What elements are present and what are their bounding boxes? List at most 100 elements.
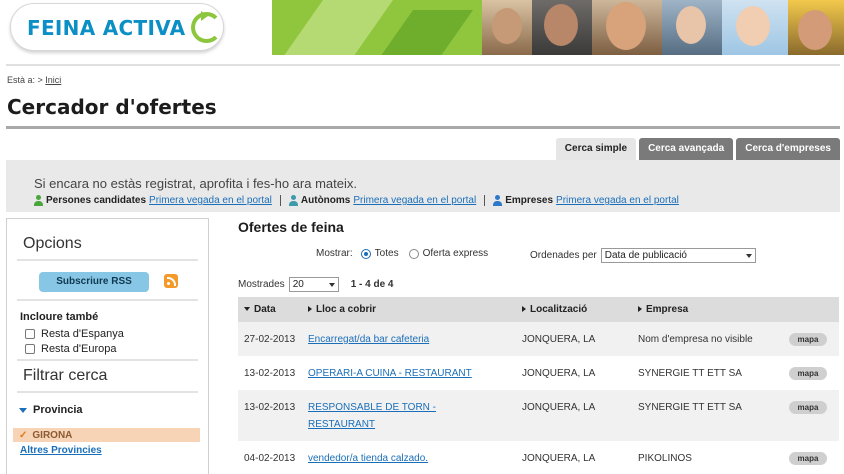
banner-photo [592,0,662,55]
row-map: mapa [783,322,839,356]
table-row: 13-02-2013 OPERARI-A CUINA - RESTAURANT … [238,356,839,390]
logo-arrow-icon [201,11,208,21]
search-tabs: Cerca simple Cerca avançada Cerca d'empr… [555,138,840,160]
map-button[interactable]: mapa [789,333,827,346]
tab-cerca-avancada[interactable]: Cerca avançada [639,138,734,160]
sort-icon [308,306,312,313]
row-position: OPERARI-A CUINA - RESTAURANT [302,356,516,390]
order-select[interactable]: Data de publicació [600,248,756,263]
row-company: SYNERGIE TT ETT SA [632,390,783,441]
banner-photo [722,0,788,55]
radio-totes[interactable] [360,248,371,259]
other-provinces-link[interactable]: Altres Provincies [20,445,102,456]
site-logo[interactable]: FEINA ACTIVA [10,3,224,51]
options-title: Opcions [23,235,82,252]
autonomous-label: Autònoms [300,195,351,206]
candidates-first-time-link[interactable]: Primera vegada en el portal [149,195,272,206]
logo-text: FEINA ACTIVA [27,16,186,40]
province-toggle[interactable]: Provincia [7,393,208,416]
check-icon: ✓ [19,429,28,441]
radio-oferta-express[interactable] [408,248,419,259]
show-option-totes: Totes [374,248,399,259]
column-header-map [783,297,839,322]
table-row: 27-02-2013 Encarregat/da bar cafeteria J… [238,322,839,356]
column-header-date[interactable]: Data [238,297,302,322]
row-location: JONQUERA, LA [516,441,632,474]
job-link[interactable]: RESPONSABLE DE TORN - RESTAURANT [308,402,436,430]
row-map: mapa [783,356,839,390]
include-spain-label: Resta d'Espanya [41,328,124,340]
page-size-row: Mostrades 20 1 - 4 de 4 [238,277,394,292]
header-divider [6,64,840,66]
banner-photos [482,0,844,55]
filter-title: Filtrar cerca [23,367,108,384]
row-company: SYNERGIE TT ETT SA [632,356,783,390]
other-provinces: Altres Provincies [7,442,208,456]
person-icon [34,195,43,206]
tab-cerca-simple[interactable]: Cerca simple [555,138,637,160]
site-header: FEINA ACTIVA [0,0,844,57]
chevron-down-icon [745,254,752,258]
province-title: Provincia [33,404,83,416]
results-range: 1 - 4 de 4 [350,279,394,290]
row-map: mapa [783,441,839,474]
banner-graphic [272,0,482,55]
companies-first-time-link[interactable]: Primera vegada en el portal [556,195,679,206]
banner-photo [532,0,592,55]
map-button[interactable]: mapa [789,452,827,465]
row-date: 13-02-2013 [238,356,302,390]
column-header-position[interactable]: Lloc a cobrir [302,297,516,322]
row-date: 04-02-2013 [238,441,302,474]
row-date: 27-02-2013 [238,322,302,356]
checkbox[interactable] [25,344,35,354]
column-position-label: Lloc a cobrir [316,304,377,315]
job-link[interactable]: vendedor/a tienda calzado. [308,453,428,464]
banner-photo [662,0,722,55]
row-position: Encarregat/da bar cafeteria [302,322,516,356]
map-button[interactable]: mapa [789,367,827,380]
registration-links: Persones candidates Primera vegada en el… [34,195,695,206]
candidates-label: Persones candidates [46,195,147,206]
checkbox[interactable] [25,329,35,339]
job-link[interactable]: OPERARI-A CUINA - RESTAURANT [308,368,472,379]
row-date: 13-02-2013 [238,390,302,441]
column-location-label: Localització [530,304,588,315]
row-company: PIKOLINOS [632,441,783,474]
tab-cerca-empreses[interactable]: Cerca d'empreses [736,138,840,160]
order-select-value: Data de publicació [604,250,687,261]
registration-message: Si encara no estàs registrat, aprofita i… [34,176,357,191]
row-location: JONQUERA, LA [516,356,632,390]
results-title: Ofertes de feina [238,219,344,235]
table-header-row: Data Lloc a cobrir Localització Empresa [238,297,839,322]
subscribe-rss-button[interactable]: Subscriure RSS [39,272,149,292]
row-map: mapa [783,390,839,441]
map-button[interactable]: mapa [789,401,827,414]
chevron-down-icon [19,407,27,413]
banner-photo [482,0,532,55]
column-company-label: Empresa [646,304,689,315]
sort-desc-icon [244,307,250,312]
page-size-select[interactable]: 20 [288,277,339,292]
rss-icon[interactable] [164,274,178,288]
table-row: 04-02-2013 vendedor/a tienda calzado. JO… [238,441,839,474]
banner-photo [788,0,844,55]
selected-province-girona[interactable]: ✓ GIRONA [13,428,200,442]
breadcrumb-link-inici[interactable]: Inici [45,75,61,85]
job-link[interactable]: Encarregat/da bar cafeteria [308,334,429,345]
row-company: Nom d'empresa no visible [632,322,783,356]
include-spain-option[interactable]: Resta d'Espanya [7,323,208,340]
autonomous-first-time-link[interactable]: Primera vegada en el portal [353,195,476,206]
column-header-location[interactable]: Localització [516,297,632,322]
options-sidebar: Opcions Subscriure RSS Incloure també Re… [6,218,209,474]
column-date-label: Data [254,304,276,315]
rss-row: Subscriure RSS [7,261,208,299]
shown-label: Mostrades [238,279,285,290]
order-label: Ordenades per [530,250,597,261]
column-header-company[interactable]: Empresa [632,297,783,322]
registration-banner: Si encara no estàs registrat, aprofita i… [6,160,840,212]
title-divider [6,126,840,129]
order-filter: Ordenades per Data de publicació [530,248,756,263]
row-location: JONQUERA, LA [516,390,632,441]
include-europe-option[interactable]: Resta d'Europa [7,340,208,355]
job-offers-table: Data Lloc a cobrir Localització Empresa … [238,297,839,474]
